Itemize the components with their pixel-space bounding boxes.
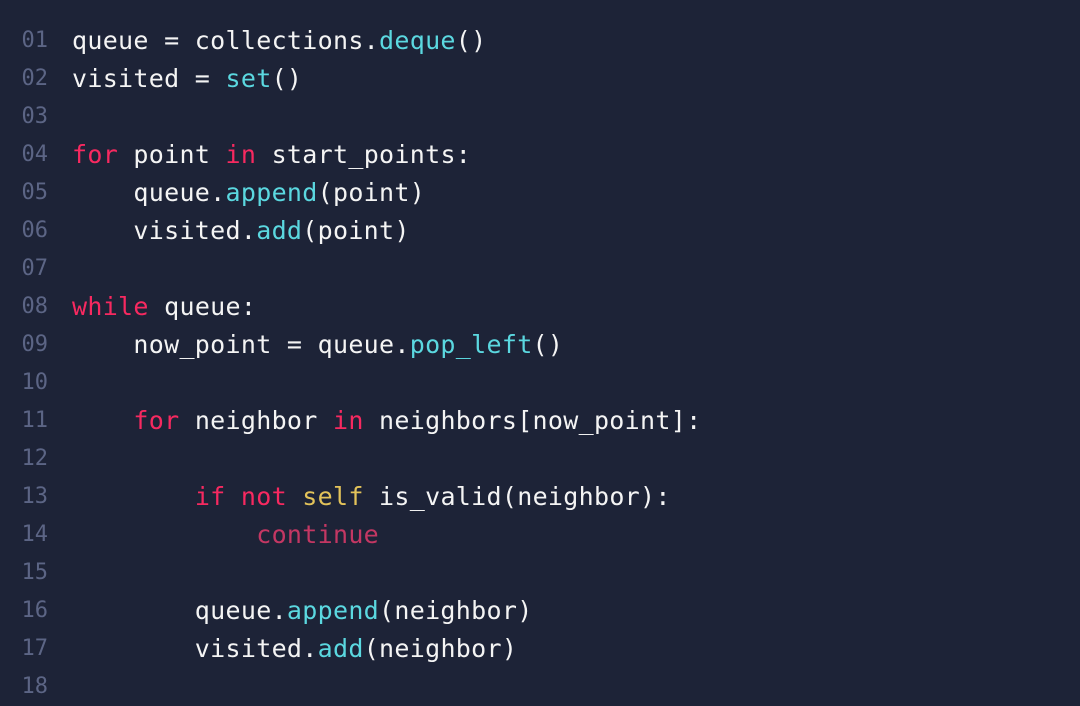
code-token: deque (379, 26, 456, 55)
line-number: 08 (0, 288, 58, 326)
code-token: continue (256, 520, 379, 549)
code-line[interactable] (72, 250, 1080, 288)
code-line[interactable]: if not self is_valid(neighbor): (72, 478, 1080, 516)
code-area[interactable]: queue = collections.deque()visited = set… (58, 22, 1080, 706)
code-token: self (302, 482, 363, 511)
line-number: 18 (0, 668, 58, 706)
code-token: append (226, 178, 318, 207)
code-token: append (287, 596, 379, 625)
code-token (287, 482, 302, 511)
code-token: queue. (72, 596, 287, 625)
code-line[interactable]: for point in start_points: (72, 136, 1080, 174)
code-editor: 010203040506070809101112131415161718 que… (0, 0, 1080, 706)
code-token (226, 482, 241, 511)
line-number: 13 (0, 478, 58, 516)
line-number: 07 (0, 250, 58, 288)
code-line[interactable] (72, 668, 1080, 706)
line-number: 16 (0, 592, 58, 630)
code-token: neighbor (179, 406, 333, 435)
code-token: (neighbor) (364, 634, 518, 663)
code-line[interactable]: visited.add(point) (72, 212, 1080, 250)
code-token: () (456, 26, 487, 55)
line-number: 10 (0, 364, 58, 402)
code-token (72, 520, 256, 549)
line-number: 14 (0, 516, 58, 554)
code-line[interactable] (72, 364, 1080, 402)
code-token: while (72, 292, 149, 321)
code-line[interactable] (72, 554, 1080, 592)
code-line[interactable] (72, 440, 1080, 478)
code-line[interactable]: continue (72, 516, 1080, 554)
line-number: 09 (0, 326, 58, 364)
code-token: (point) (318, 178, 425, 207)
code-line[interactable]: queue.append(neighbor) (72, 592, 1080, 630)
code-token: add (318, 634, 364, 663)
code-token: set (226, 64, 272, 93)
code-token: pop_left (410, 330, 533, 359)
code-token (72, 482, 195, 511)
code-token: for (72, 140, 118, 169)
code-token: if (195, 482, 226, 511)
line-number: 11 (0, 402, 58, 440)
code-token: visited. (72, 216, 256, 245)
code-line[interactable]: now_point = queue.pop_left() (72, 326, 1080, 364)
code-token: now_point = queue. (72, 330, 410, 359)
code-line[interactable]: while queue: (72, 288, 1080, 326)
code-line[interactable]: visited = set() (72, 60, 1080, 98)
line-number: 02 (0, 60, 58, 98)
code-token: neighbors[now_point]: (364, 406, 702, 435)
line-number: 03 (0, 98, 58, 136)
code-token: () (533, 330, 564, 359)
code-token: in (226, 140, 257, 169)
line-number: 12 (0, 440, 58, 478)
code-token (72, 406, 133, 435)
line-number: 06 (0, 212, 58, 250)
line-number: 05 (0, 174, 58, 212)
line-number-gutter: 010203040506070809101112131415161718 (0, 22, 58, 706)
code-token: queue. (72, 178, 226, 207)
code-token: add (256, 216, 302, 245)
code-token: visited = (72, 64, 226, 93)
code-token: not (241, 482, 287, 511)
line-number: 04 (0, 136, 58, 174)
code-line[interactable]: queue.append(point) (72, 174, 1080, 212)
code-line[interactable]: queue = collections.deque() (72, 22, 1080, 60)
code-token: visited. (72, 634, 318, 663)
code-token: start_points: (256, 140, 471, 169)
code-token: in (333, 406, 364, 435)
code-token: () (272, 64, 303, 93)
code-token: queue: (149, 292, 256, 321)
code-line[interactable]: visited.add(neighbor) (72, 630, 1080, 668)
code-token: point (118, 140, 225, 169)
code-token: (neighbor) (379, 596, 533, 625)
code-token: is_valid(neighbor): (364, 482, 671, 511)
line-number: 01 (0, 22, 58, 60)
line-number: 17 (0, 630, 58, 668)
line-number: 15 (0, 554, 58, 592)
code-line[interactable] (72, 98, 1080, 136)
code-token: (point) (302, 216, 409, 245)
code-line[interactable]: for neighbor in neighbors[now_point]: (72, 402, 1080, 440)
code-token: for (133, 406, 179, 435)
code-token: queue = collections. (72, 26, 379, 55)
